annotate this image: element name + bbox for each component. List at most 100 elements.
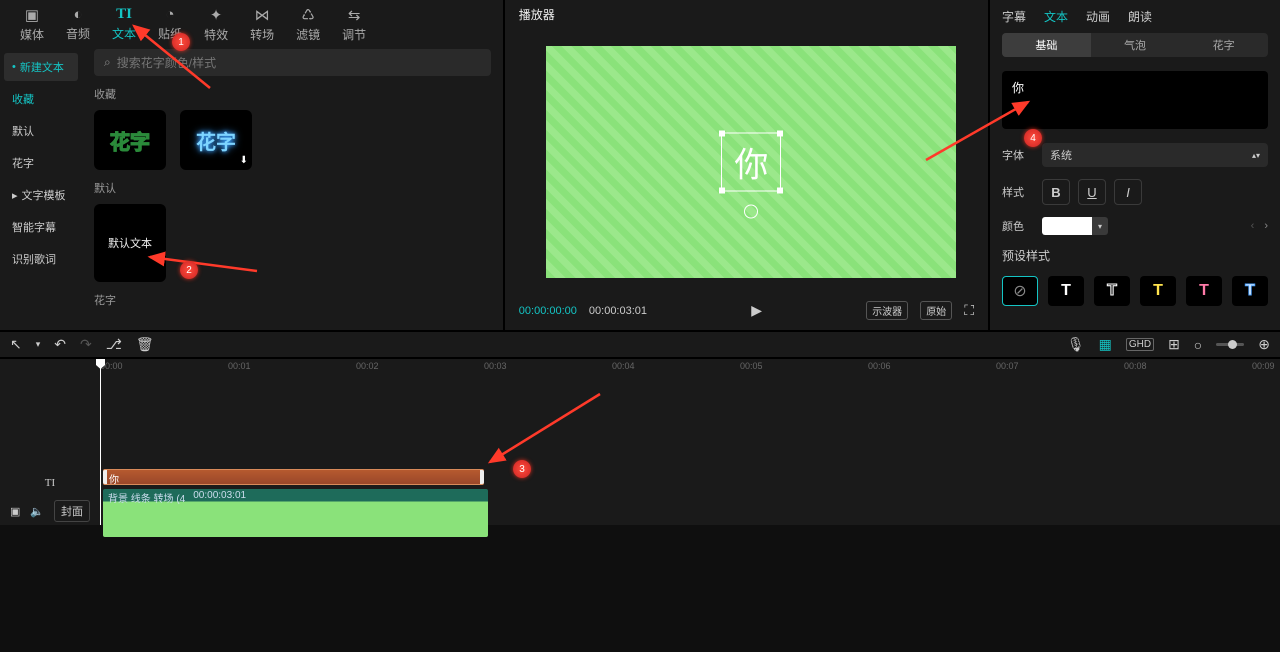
auto-icon[interactable]: ▦: [1099, 336, 1112, 353]
zoom-fit-icon[interactable]: ⊕: [1258, 336, 1270, 353]
preset-none[interactable]: ⊘: [1002, 276, 1038, 306]
timeline-toolbar: ↖ ▾ ↶ ↷ ⎇ 🗑 🎙 ▦ GHD ⊞ ○ ⊕: [0, 330, 1280, 359]
tab-audio[interactable]: ◐音频: [62, 4, 94, 45]
callout-3: 3: [513, 460, 531, 478]
tab-read[interactable]: 朗读: [1128, 8, 1152, 25]
mic-icon[interactable]: 🎙: [1067, 336, 1085, 353]
default-text-thumb[interactable]: 默认文本: [94, 204, 166, 282]
preset-pink[interactable]: T: [1186, 276, 1222, 306]
bold-button[interactable]: B: [1042, 179, 1070, 205]
adjust-icon: ⇆: [348, 6, 361, 24]
effects-icon: ✦: [210, 6, 223, 24]
preview-canvas[interactable]: 你: [546, 46, 956, 278]
preview-title: 播放器: [505, 0, 988, 29]
original-button[interactable]: 原始: [920, 301, 952, 320]
sidebar-item-templates[interactable]: ▸文字模板: [4, 181, 78, 209]
preset-label: 预设样式: [1002, 247, 1268, 264]
inspector-tabs: 字幕 文本 动画 朗读: [1002, 4, 1268, 33]
section-huazi: 花字: [94, 292, 491, 308]
asset-category-tabs: ▣媒体 ◐音频 TI文本 ◔贴纸 ✦特效 ⋈转场 ♺滤镜 ⇆调节: [0, 0, 503, 45]
prev-icon[interactable]: ‹: [1251, 220, 1255, 232]
tab-filter[interactable]: ♺滤镜: [292, 4, 324, 45]
next-icon[interactable]: ›: [1264, 220, 1268, 232]
style-label: 样式: [1002, 184, 1032, 200]
color-label: 颜色: [1002, 218, 1032, 234]
tab-effects[interactable]: ✦特效: [200, 4, 232, 45]
sticker-icon: ◔: [166, 6, 175, 23]
underline-button[interactable]: U: [1078, 179, 1106, 205]
color-swatch[interactable]: [1042, 217, 1092, 235]
tab-media[interactable]: ▣媒体: [16, 4, 48, 45]
seg-huazi[interactable]: 花字: [1179, 33, 1268, 57]
font-select[interactable]: 系统▴▾: [1042, 143, 1268, 167]
style-presets: ⊘ T T T T T: [1002, 276, 1268, 306]
tab-text[interactable]: TI文本: [108, 4, 140, 45]
tab-subtitle[interactable]: 字幕: [1002, 8, 1026, 25]
seg-bubble[interactable]: 气泡: [1091, 33, 1180, 57]
align-icon[interactable]: ⊞: [1168, 336, 1180, 353]
sidebar-item-smart-sub[interactable]: 智能字幕: [4, 213, 78, 241]
search-icon: ⌕: [104, 55, 111, 70]
dropdown-stepper-icon: ▴▾: [1252, 151, 1260, 160]
preset-thumb-huazi-green[interactable]: 花字: [94, 110, 166, 170]
text-track-icon: TI: [45, 477, 55, 489]
oscilloscope-button[interactable]: 示波器: [866, 301, 908, 320]
video-track-icon[interactable]: ▣: [10, 505, 20, 518]
callout-1: 1: [172, 33, 190, 51]
media-icon: ▣: [25, 6, 39, 24]
cover-button[interactable]: 封面: [54, 500, 90, 522]
mute-track-icon[interactable]: 🔈: [30, 505, 44, 518]
search-input[interactable]: [117, 56, 481, 70]
video-clip[interactable]: 背景 线条 转场 (400:00:03:01: [103, 489, 488, 537]
text-icon: TI: [116, 6, 132, 23]
timeline-ruler[interactable]: 00:00 00:01 00:02 00:03 00:04 00:05 00:0…: [100, 359, 1280, 377]
preset-white[interactable]: T: [1048, 276, 1084, 306]
download-icon: ⬇: [240, 155, 248, 166]
zoom-slider[interactable]: [1216, 343, 1244, 346]
sidebar-item-lyrics[interactable]: 识别歌词: [4, 245, 78, 273]
timecode-current: 00:00:00:00: [519, 305, 577, 317]
delete-icon[interactable]: 🗑: [136, 336, 154, 353]
text-sidebar: •新建文本 收藏 默认 花字 ▸文字模板 智能字幕 识别歌词: [0, 45, 82, 330]
callout-2: 2: [180, 261, 198, 279]
tab-adjust[interactable]: ⇆调节: [338, 4, 370, 45]
italic-button[interactable]: I: [1114, 179, 1142, 205]
text-content-input[interactable]: 你: [1002, 71, 1268, 129]
seg-basic[interactable]: 基础: [1002, 33, 1091, 57]
rotate-handle[interactable]: [744, 205, 758, 219]
section-default: 默认: [94, 180, 491, 196]
text-clip[interactable]: 你: [103, 469, 484, 485]
tab-transition[interactable]: ⋈转场: [246, 4, 278, 45]
search-box[interactable]: ⌕: [94, 49, 491, 76]
sidebar-item-huazi[interactable]: 花字: [4, 149, 78, 177]
preset-outline[interactable]: T: [1094, 276, 1130, 306]
color-dropdown[interactable]: ▾: [1092, 217, 1108, 235]
tab-text-props[interactable]: 文本: [1044, 8, 1068, 25]
filter-icon: ♺: [301, 6, 314, 24]
split-icon[interactable]: ⎇: [106, 336, 122, 353]
quality-icon[interactable]: GHD: [1126, 338, 1154, 351]
text-mode-segment: 基础 气泡 花字: [1002, 33, 1268, 57]
audio-icon: ◐: [73, 6, 82, 23]
sidebar-item-favorite[interactable]: 收藏: [4, 85, 78, 113]
playhead[interactable]: [100, 359, 101, 525]
redo-icon[interactable]: ↷: [80, 336, 92, 353]
undo-icon[interactable]: ↶: [54, 336, 66, 353]
text-bounding-box[interactable]: 你: [721, 133, 781, 192]
preset-blueoutline[interactable]: T: [1232, 276, 1268, 306]
tool-dropdown-icon[interactable]: ▾: [36, 339, 41, 350]
sidebar-item-new-text[interactable]: •新建文本: [4, 53, 78, 81]
play-button[interactable]: ▶: [751, 302, 762, 319]
font-label: 字体: [1002, 147, 1032, 163]
callout-4: 4: [1024, 129, 1042, 147]
tab-animation[interactable]: 动画: [1086, 8, 1110, 25]
zoom-out-icon[interactable]: ○: [1194, 337, 1202, 353]
cursor-tool-icon[interactable]: ↖: [10, 336, 22, 353]
fullscreen-icon[interactable]: ⛶: [964, 302, 974, 319]
timecode-total: 00:00:03:01: [589, 305, 647, 317]
transition-icon: ⋈: [255, 6, 270, 24]
preset-yellow[interactable]: T: [1140, 276, 1176, 306]
preset-thumb-huazi-blue[interactable]: 花字⬇: [180, 110, 252, 170]
section-favorites: 收藏: [94, 86, 491, 102]
sidebar-item-default[interactable]: 默认: [4, 117, 78, 145]
